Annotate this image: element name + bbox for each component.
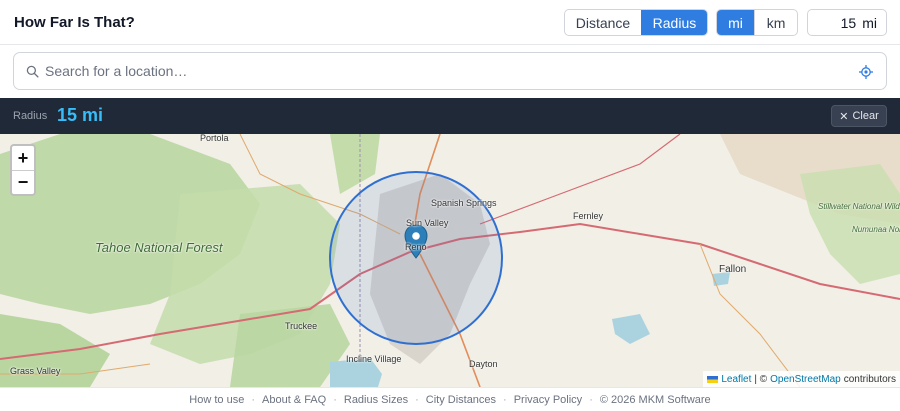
unit-toggle: mi km: [716, 9, 798, 36]
footer-link-privacy-policy[interactable]: Privacy Policy: [514, 394, 582, 406]
search-input[interactable]: [45, 59, 825, 83]
radius-input-unit: mi: [862, 14, 877, 31]
close-icon: ✕: [839, 110, 849, 123]
osm-link[interactable]: OpenStreetMap: [770, 374, 841, 385]
mode-toggle: Distance Radius: [564, 9, 708, 36]
radius-value: 15 mi: [57, 105, 104, 125]
footer-link-city-distances[interactable]: City Distances: [426, 394, 496, 406]
map-label-grass-valley: Grass Valley: [10, 366, 61, 376]
map-label-incline-village: Incline Village: [346, 354, 402, 364]
footer-link-about-faq[interactable]: About & FAQ: [262, 394, 326, 406]
attribution-contributors: contributors: [843, 373, 896, 385]
app-header: How Far Is That? Distance Radius mi km 1…: [0, 0, 900, 45]
footer-separator: ·: [333, 393, 337, 406]
app-title: How Far Is That?: [14, 14, 135, 31]
map-label-dayton: Dayton: [469, 359, 498, 369]
footer: How to use · About & FAQ · Radius Sizes …: [0, 387, 900, 411]
radius-info-bar: Radius 15 mi ✕ Clear: [0, 98, 900, 134]
leaflet-link[interactable]: Leaflet: [721, 374, 751, 385]
footer-link-how-to-use[interactable]: How to use: [189, 394, 244, 406]
map-tiles: [0, 134, 900, 387]
mode-distance-button[interactable]: Distance: [565, 10, 641, 35]
radius-label: Radius: [13, 110, 48, 122]
map-label-reno: Reno: [405, 242, 427, 252]
map-label-spanish-springs: Spanish Springs: [431, 198, 497, 208]
search-bar: [13, 52, 887, 90]
radius-input-value: 15: [840, 14, 857, 31]
footer-link-radius-sizes[interactable]: Radius Sizes: [344, 394, 408, 406]
map[interactable]: + − Portola Tahoe National Forest Spanis…: [0, 134, 900, 387]
map-label-stillwater-refuge: Stillwater National Wildlife Refuge: [818, 202, 900, 211]
zoom-out-button[interactable]: −: [12, 170, 34, 194]
map-label-fallon: Fallon: [719, 264, 747, 275]
search-icon: [26, 65, 39, 78]
footer-separator: ·: [251, 393, 255, 406]
zoom-control: + −: [10, 144, 36, 196]
mode-radius-button[interactable]: Radius: [640, 10, 707, 35]
map-label-tahoe-forest: Tahoe National Forest: [95, 240, 223, 255]
map-label-sun-valley: Sun Valley: [406, 218, 449, 228]
unit-km-button[interactable]: km: [754, 10, 797, 35]
map-label-truckee: Truckee: [285, 321, 318, 331]
footer-copyright: © 2026 MKM Software: [599, 393, 711, 406]
clear-button-label: Clear: [852, 110, 879, 122]
footer-separator: ·: [503, 393, 507, 406]
map-label-portola: Portola: [200, 134, 229, 143]
map-label-fernley: Fernley: [573, 211, 604, 221]
locate-icon[interactable]: [858, 64, 874, 80]
map-attribution: Leaflet | © OpenStreetMap contributors: [703, 371, 900, 387]
unit-mi-button[interactable]: mi: [717, 10, 755, 35]
zoom-in-button[interactable]: +: [12, 146, 34, 170]
clear-button[interactable]: ✕ Clear: [831, 105, 887, 127]
ukraine-flag-icon: [707, 375, 719, 383]
attribution-separator: | ©: [754, 373, 768, 385]
radius-input[interactable]: 15 mi: [807, 9, 887, 36]
footer-separator: ·: [415, 393, 419, 406]
map-label-numunaa-area: Numunaa Nobe National Conservation Area: [852, 225, 900, 234]
footer-separator: ·: [589, 393, 593, 406]
